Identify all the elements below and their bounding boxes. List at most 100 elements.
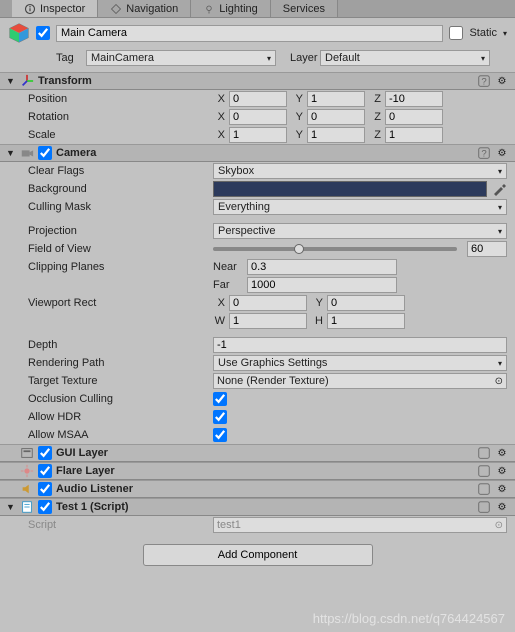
tab-label: Inspector <box>40 3 85 15</box>
allow-hdr-label: Allow HDR <box>28 411 213 423</box>
audio-listener-header[interactable]: ▼ Audio Listener ⚙ <box>0 480 515 498</box>
fov-label: Field of View <box>28 243 213 255</box>
gear-icon[interactable]: ⚙ <box>495 500 509 514</box>
scale-label: Scale <box>28 129 213 141</box>
background-color-field[interactable] <box>213 181 487 197</box>
active-checkbox[interactable] <box>36 26 50 40</box>
scale-z-input[interactable] <box>385 127 443 143</box>
viewport-x-input[interactable] <box>229 295 307 311</box>
clear-flags-dropdown[interactable]: Skybox <box>213 163 507 179</box>
gui-layer-enable-checkbox[interactable] <box>38 446 52 460</box>
allow-hdr-checkbox[interactable] <box>213 410 227 424</box>
help-icon[interactable] <box>477 464 491 478</box>
culling-mask-dropdown[interactable]: Everything <box>213 199 507 215</box>
test-script-title: Test 1 (Script) <box>56 501 473 513</box>
layer-dropdown[interactable]: Default <box>320 50 490 66</box>
static-label: Static <box>469 27 497 39</box>
gear-icon[interactable]: ⚙ <box>495 446 509 460</box>
tab-navigation[interactable]: Navigation <box>98 0 191 17</box>
position-x-input[interactable] <box>229 91 287 107</box>
tab-label: Lighting <box>219 3 258 15</box>
fov-slider[interactable] <box>213 241 457 257</box>
help-icon[interactable] <box>477 482 491 496</box>
gameobject-icon[interactable] <box>8 22 30 44</box>
script-icon <box>20 500 34 514</box>
viewport-label: Viewport Rect <box>28 297 213 309</box>
allow-msaa-checkbox[interactable] <box>213 428 227 442</box>
scale-x-input[interactable] <box>229 127 287 143</box>
axis-y: Y <box>291 93 303 105</box>
far-input[interactable] <box>247 277 397 293</box>
help-icon[interactable]: ? <box>477 74 491 88</box>
flare-layer-header[interactable]: ▼ Flare Layer ⚙ <box>0 462 515 480</box>
foldout-icon[interactable]: ▼ <box>6 502 16 512</box>
test-script-header[interactable]: ▼ Test 1 (Script) ⚙ <box>0 498 515 516</box>
script-field: test1 <box>213 517 507 533</box>
help-icon[interactable] <box>477 500 491 514</box>
gear-icon[interactable]: ⚙ <box>495 146 509 160</box>
far-label: Far <box>213 279 243 291</box>
tab-inspector[interactable]: Inspector <box>12 0 98 17</box>
static-checkbox[interactable] <box>449 26 463 40</box>
gui-layer-header[interactable]: ▼ GUI Layer ⚙ <box>0 444 515 462</box>
audio-listener-enable-checkbox[interactable] <box>38 482 52 496</box>
near-input[interactable] <box>247 259 397 275</box>
occlusion-culling-label: Occlusion Culling <box>28 393 213 405</box>
occlusion-culling-checkbox[interactable] <box>213 392 227 406</box>
static-dropdown-icon[interactable]: ▾ <box>503 29 507 38</box>
audio-listener-icon <box>20 482 34 496</box>
camera-header[interactable]: ▼ Camera ? ⚙ <box>0 144 515 162</box>
camera-enable-checkbox[interactable] <box>38 146 52 160</box>
axis-x: X <box>213 93 225 105</box>
position-label: Position <box>28 93 213 105</box>
transform-header[interactable]: ▼ Transform ? ⚙ <box>0 72 515 90</box>
audio-listener-title: Audio Listener <box>56 483 473 495</box>
rotation-z-input[interactable] <box>385 109 443 125</box>
flare-layer-icon <box>20 464 34 478</box>
axis-z: Z <box>369 93 381 105</box>
depth-input[interactable] <box>213 337 507 353</box>
test-script-enable-checkbox[interactable] <box>38 500 52 514</box>
target-texture-field[interactable]: None (Render Texture) <box>213 373 507 389</box>
svg-text:?: ? <box>481 149 486 160</box>
viewport-h-input[interactable] <box>327 313 405 329</box>
foldout-icon[interactable]: ▼ <box>6 76 16 86</box>
rotation-y-input[interactable] <box>307 109 365 125</box>
target-texture-label: Target Texture <box>28 375 213 387</box>
depth-label: Depth <box>28 339 213 351</box>
rendering-path-dropdown[interactable]: Use Graphics Settings <box>213 355 507 371</box>
culling-mask-label: Culling Mask <box>28 201 213 213</box>
clear-flags-label: Clear Flags <box>28 165 213 177</box>
rotation-x-input[interactable] <box>229 109 287 125</box>
help-icon[interactable]: ? <box>477 146 491 160</box>
flare-layer-enable-checkbox[interactable] <box>38 464 52 478</box>
position-z-input[interactable] <box>385 91 443 107</box>
rotation-label: Rotation <box>28 111 213 123</box>
script-label: Script <box>28 519 213 531</box>
allow-msaa-label: Allow MSAA <box>28 429 213 441</box>
tag-label: Tag <box>56 52 80 64</box>
gui-layer-icon <box>20 446 34 460</box>
tab-lighting[interactable]: Lighting <box>191 0 271 17</box>
lighting-icon <box>203 3 215 15</box>
gear-icon[interactable]: ⚙ <box>495 74 509 88</box>
gear-icon[interactable]: ⚙ <box>495 464 509 478</box>
tab-services[interactable]: Services <box>271 0 338 17</box>
projection-dropdown[interactable]: Perspective <box>213 223 507 239</box>
tag-dropdown[interactable]: MainCamera <box>86 50 276 66</box>
position-y-input[interactable] <box>307 91 365 107</box>
gear-icon[interactable]: ⚙ <box>495 482 509 496</box>
foldout-icon[interactable]: ▼ <box>6 148 16 158</box>
viewport-w-input[interactable] <box>229 313 307 329</box>
near-label: Near <box>213 261 243 273</box>
help-icon[interactable] <box>477 446 491 460</box>
scale-y-input[interactable] <box>307 127 365 143</box>
gameobject-name-input[interactable] <box>56 25 443 42</box>
camera-title: Camera <box>56 147 473 159</box>
fov-input[interactable] <box>467 241 507 257</box>
info-icon <box>24 3 36 15</box>
viewport-y-input[interactable] <box>327 295 405 311</box>
eyedropper-icon[interactable] <box>491 181 507 197</box>
svg-text:?: ? <box>481 77 486 88</box>
add-component-button[interactable]: Add Component <box>143 544 373 566</box>
